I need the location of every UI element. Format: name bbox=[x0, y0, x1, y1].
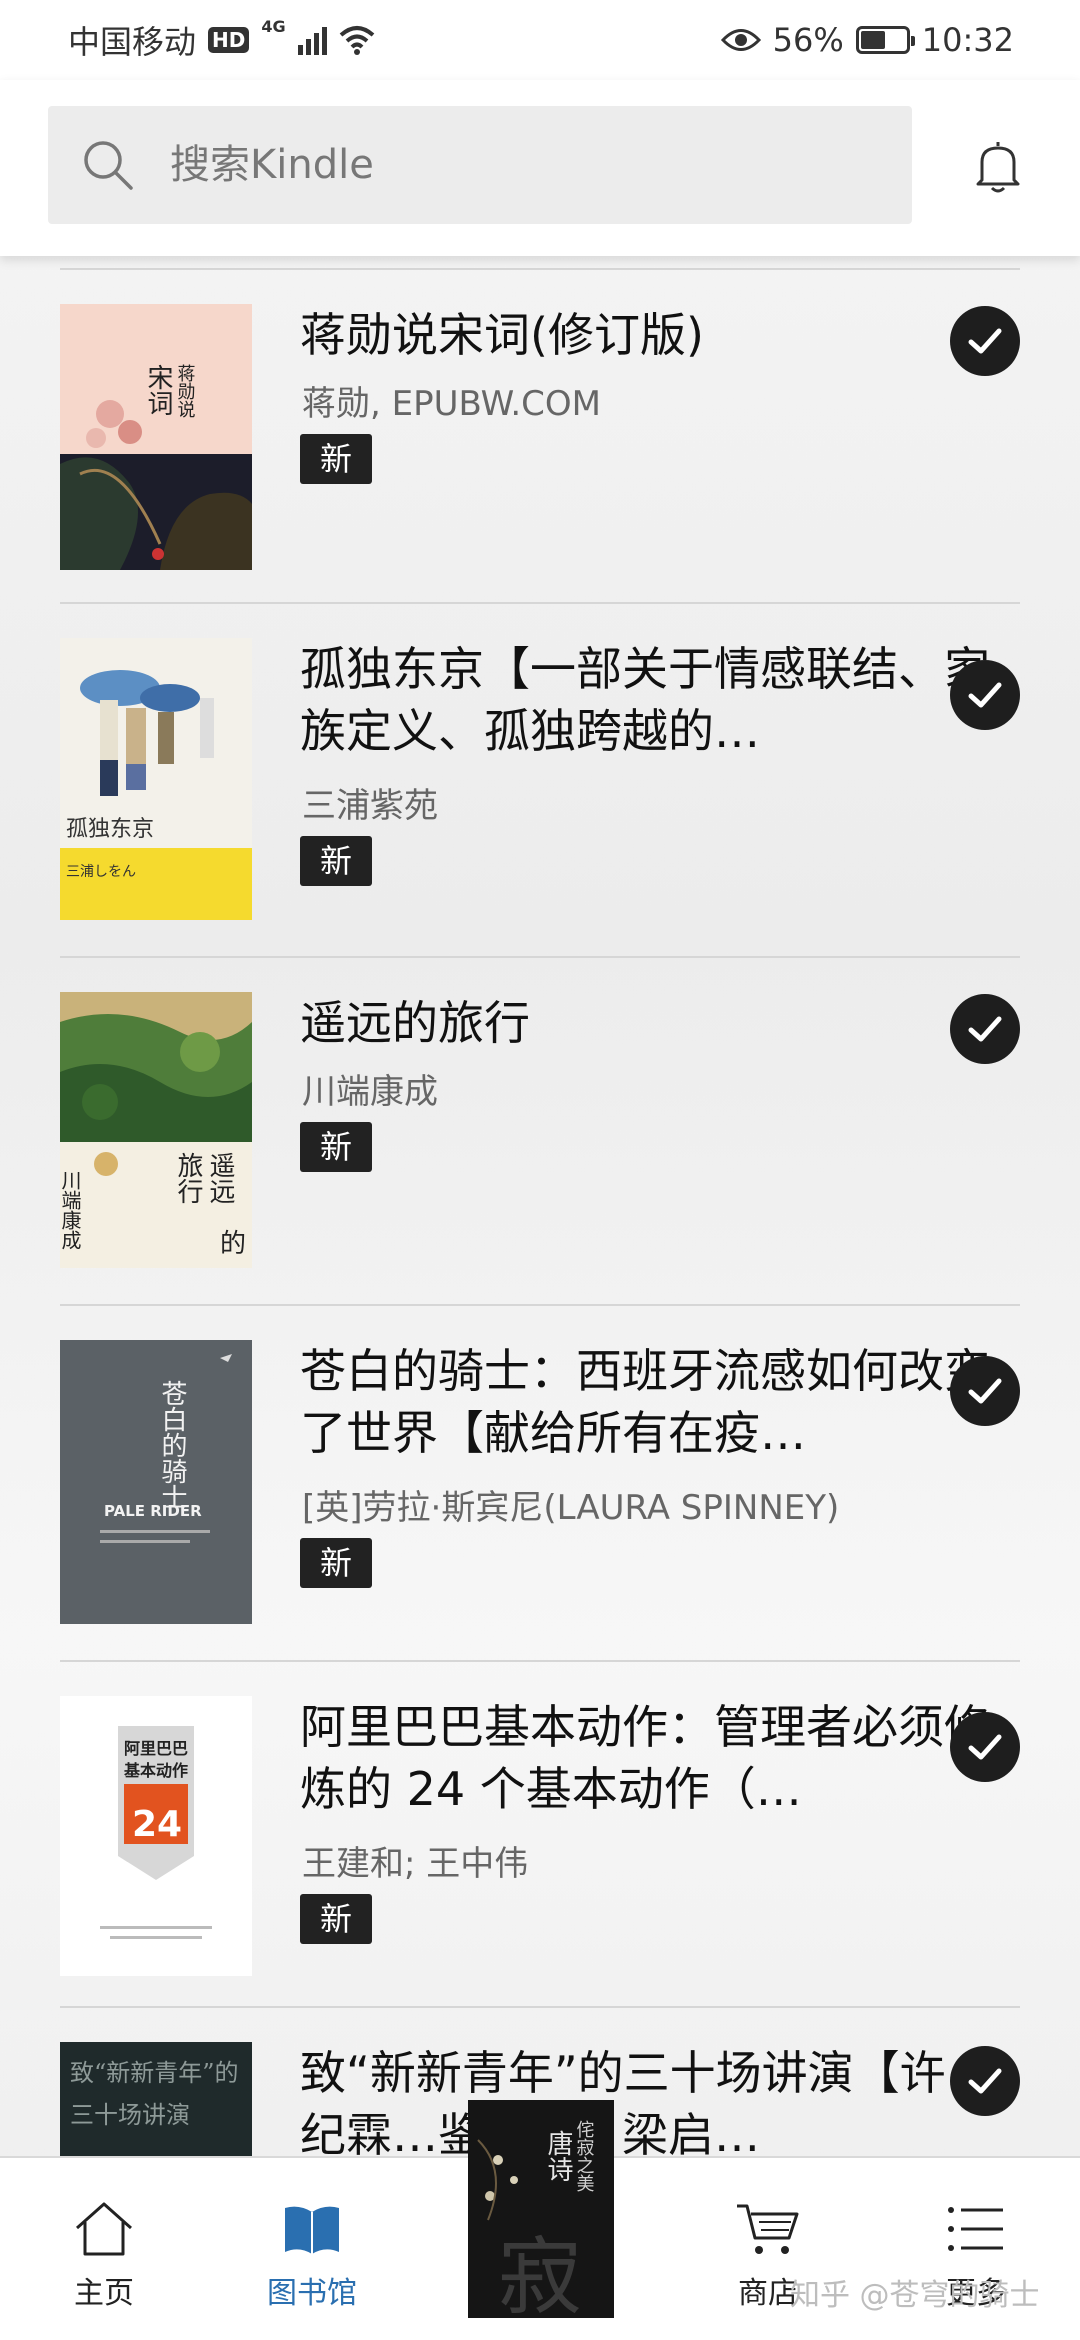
cover-title-a: 蒋勋说 bbox=[175, 364, 196, 418]
book-author: [英]劳拉·斯宾尼(LAURA SPINNEY) bbox=[302, 1488, 840, 1528]
nav-library[interactable]: 图书馆 bbox=[232, 2158, 392, 2340]
nav-library-label: 图书馆 bbox=[267, 2276, 357, 2311]
battery-icon bbox=[855, 26, 915, 54]
cover-title: 孤独东京 bbox=[66, 817, 154, 842]
hd-badge: HD bbox=[208, 27, 250, 53]
book-title: 遥远的旅行 bbox=[300, 996, 530, 1050]
cover-subtitle: PALE RIDER bbox=[104, 1502, 202, 1520]
search-input[interactable] bbox=[170, 142, 850, 188]
cover-subtitle: 三浦しをん bbox=[66, 864, 136, 880]
book-item[interactable]: 蒋勋说 宋词 蒋勋说宋词(修订版) 蒋勋, EPUBW.COM 新 bbox=[60, 304, 1020, 574]
carrier-name: 中国移动 bbox=[68, 23, 197, 61]
now-reading-subtitle: 侘寂之美 bbox=[574, 2120, 595, 2192]
downloaded-check-icon bbox=[950, 306, 1020, 376]
book-cover: 蒋勋说 宋词 bbox=[60, 304, 252, 570]
book-author: 三浦紫苑 bbox=[302, 786, 438, 826]
book-cover: 孤独东京 三浦しをん bbox=[60, 638, 252, 920]
battery-percent: 56% bbox=[772, 21, 844, 59]
cover-title-b: 宋词 bbox=[143, 364, 173, 416]
network-type: 4G bbox=[261, 17, 286, 36]
book-cover: 苍白的骑士 PALE RIDER bbox=[60, 1340, 252, 1624]
book-item[interactable]: 孤独东京 三浦しをん 孤独东京【一部关于情感联结、家族定义、孤独跨越的… 三浦紫… bbox=[60, 638, 1020, 938]
status-left: 中国移动 HD 4G bbox=[68, 17, 375, 63]
status-right: 56% 10:32 bbox=[720, 21, 1014, 59]
cover-title-c: 的 bbox=[220, 1229, 246, 1259]
divider bbox=[60, 602, 1020, 604]
nav-home[interactable]: 主页 bbox=[24, 2158, 184, 2340]
now-reading-glyph: 寂 bbox=[498, 2228, 582, 2318]
cover-author: 川端康成 bbox=[60, 1170, 82, 1250]
cart-icon bbox=[737, 2204, 799, 2254]
cover-title-b: 旅行 bbox=[173, 1152, 203, 1204]
new-badge: 新 bbox=[300, 836, 372, 886]
divider bbox=[60, 956, 1020, 958]
book-author: 蒋勋, EPUBW.COM bbox=[302, 384, 601, 424]
cover-title-b: 基本动作 bbox=[123, 1761, 188, 1780]
notifications-bell-icon[interactable] bbox=[968, 136, 1028, 196]
downloaded-check-icon bbox=[950, 994, 1020, 1064]
book-title: 苍白的骑士：西班牙流感如何改变了世界【献给所有在疫… bbox=[300, 1344, 990, 1460]
book-author: 川端康成 bbox=[302, 1072, 438, 1112]
search-header bbox=[0, 80, 1080, 256]
divider bbox=[60, 1304, 1020, 1306]
downloaded-check-icon bbox=[950, 660, 1020, 730]
downloaded-check-icon bbox=[950, 1356, 1020, 1426]
book-cover: 致“新新青年”的三十场讲演 bbox=[60, 2042, 252, 2156]
new-badge: 新 bbox=[300, 434, 372, 484]
nav-store-label: 商店 bbox=[738, 2276, 798, 2311]
cover-title: 致“新新青年”的三十场讲演 bbox=[70, 2059, 239, 2129]
book-title: 致“新新青年”的三十场讲演【许纪霖…鉴推荐！梁启… bbox=[300, 2046, 946, 2156]
book-title: 阿里巴巴基本动作：管理者必须修炼的 24 个基本动作（… bbox=[300, 1700, 990, 1816]
downloaded-check-icon bbox=[950, 2046, 1020, 2116]
book-title: 蒋勋说宋词(修订版) bbox=[300, 308, 704, 362]
downloaded-check-icon bbox=[950, 1712, 1020, 1782]
book-item[interactable]: 苍白的骑士 PALE RIDER 苍白的骑士：西班牙流感如何改变了世界【献给所有… bbox=[60, 1340, 1020, 1640]
eye-icon bbox=[720, 29, 761, 51]
cover-title-a: 遥远 bbox=[205, 1152, 235, 1204]
search-bar[interactable] bbox=[48, 106, 912, 224]
home-icon bbox=[76, 2202, 132, 2256]
new-badge: 新 bbox=[300, 1894, 372, 1944]
new-badge: 新 bbox=[300, 1538, 372, 1588]
divider bbox=[60, 2006, 1020, 2008]
search-icon bbox=[84, 141, 133, 190]
now-reading-book-cover[interactable]: 侘寂之美 唐诗 寂 bbox=[468, 2100, 614, 2318]
new-badge: 新 bbox=[300, 1122, 372, 1172]
book-item[interactable]: 川端康成 遥远 旅行 的 遥远的旅行 川端康成 新 bbox=[60, 992, 1020, 1272]
library-book-list: 蒋勋说 宋词 蒋勋说宋词(修订版) 蒋勋, EPUBW.COM 新 孤独东京 三… bbox=[0, 256, 1080, 2156]
book-title: 孤独东京【一部关于情感联结、家族定义、孤独跨越的… bbox=[300, 642, 990, 758]
book-cover: 川端康成 遥远 旅行 的 bbox=[60, 992, 252, 1268]
book-cover: 阿里巴巴 基本动作 24 bbox=[60, 1696, 252, 1976]
status-bar: 中国移动 HD 4G 56% 10:32 bbox=[0, 0, 1080, 80]
cover-title-a: 阿里巴巴 bbox=[124, 1739, 188, 1758]
wifi-icon bbox=[339, 26, 374, 55]
book-author: 王建和; 王中伟 bbox=[302, 1844, 529, 1884]
cover-number: 24 bbox=[132, 1804, 182, 1845]
divider bbox=[60, 268, 1020, 270]
open-book-icon bbox=[285, 2206, 339, 2254]
divider bbox=[60, 1660, 1020, 1662]
menu-icon bbox=[948, 2207, 1003, 2251]
signal-icon bbox=[297, 25, 327, 55]
cover-title: 苍白的骑士 bbox=[157, 1380, 187, 1510]
clock: 10:32 bbox=[921, 21, 1014, 59]
nav-home-label: 主页 bbox=[74, 2276, 134, 2311]
watermark-text: 知乎 @苍穹的骑士 bbox=[790, 2278, 1040, 2313]
book-item[interactable]: 阿里巴巴 基本动作 24 阿里巴巴基本动作：管理者必须修炼的 24 个基本动作（… bbox=[60, 1696, 1020, 1986]
now-reading-title: 唐诗 bbox=[543, 2130, 573, 2182]
